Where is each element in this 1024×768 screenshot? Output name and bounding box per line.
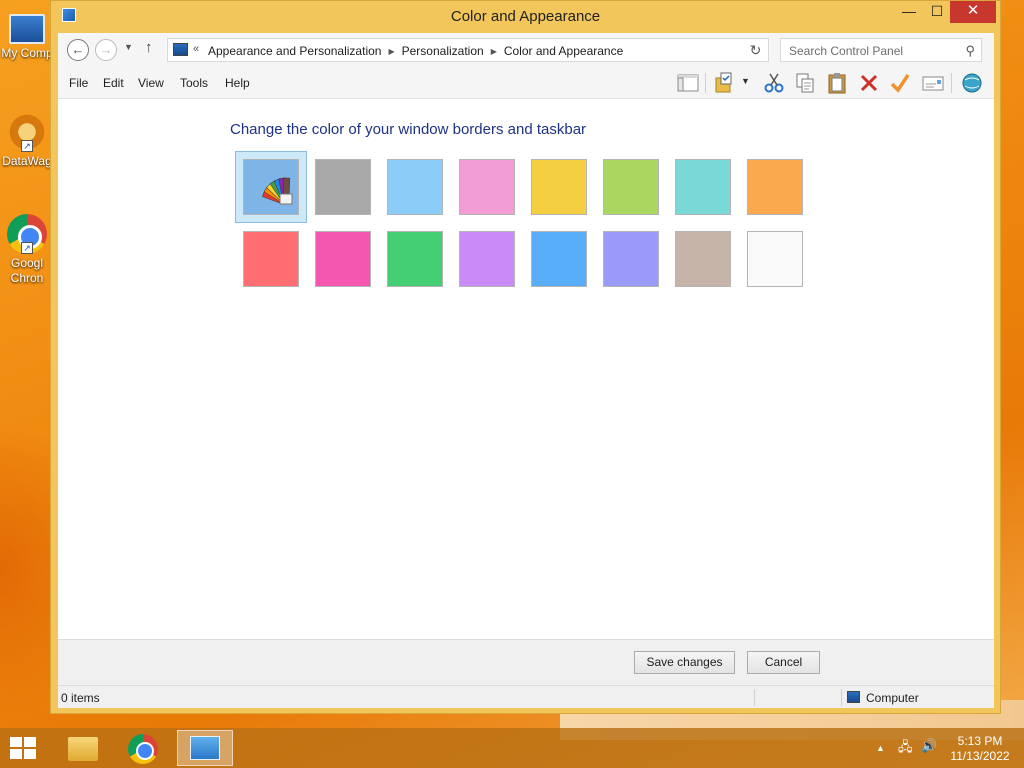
menu-edit[interactable]: Edit	[103, 76, 124, 90]
status-bar: 0 items Computer	[58, 685, 994, 708]
copy-icon[interactable]	[794, 72, 816, 94]
color-swatch-periwinkle[interactable]	[603, 231, 659, 287]
delete-icon[interactable]	[858, 72, 880, 94]
color-swatch-white[interactable]	[747, 231, 803, 287]
search-input[interactable]: Search Control Panel ⚲	[780, 38, 982, 62]
desktop-icon-label: DataWag	[2, 154, 52, 168]
address-bar[interactable]: « Appearance and Personalization ▶ Persona…	[167, 38, 769, 62]
network-icon[interactable]: 🖧	[898, 738, 913, 760]
chrome-icon: ↗	[7, 214, 47, 254]
control-panel-icon	[173, 43, 188, 56]
computer-icon	[847, 691, 860, 703]
window-client: ← → ▼ ↑ « Appearance and Personalization…	[58, 33, 994, 708]
navigation-bar: ← → ▼ ↑ « Appearance and Personalization…	[58, 33, 994, 67]
save-changes-button[interactable]: Save changes	[634, 651, 735, 674]
taskbar-control-panel[interactable]	[177, 730, 233, 766]
color-swatch-magenta[interactable]	[315, 231, 371, 287]
clock-time: 5:13 PM	[957, 734, 1003, 748]
menu-tools[interactable]: Tools	[180, 76, 208, 90]
datawag-icon: ↗	[7, 112, 47, 152]
window-title: Color and Appearance	[450, 8, 601, 25]
button-bar: Save changes Cancel	[58, 639, 994, 685]
chrome-icon	[128, 734, 158, 764]
clock-date: 11/13/2022	[950, 749, 1010, 763]
cancel-button[interactable]: Cancel	[747, 651, 820, 674]
shortcut-arrow-icon: ↗	[21, 242, 33, 254]
color-swatch-yellow[interactable]	[531, 159, 587, 215]
color-swatch-automatic-selected[interactable]	[235, 151, 307, 223]
menu-file[interactable]: File	[69, 76, 88, 90]
shortcut-arrow-icon: ↗	[21, 140, 33, 152]
breadcrumb-personalization[interactable]: Personalization	[402, 44, 484, 58]
layout-icon[interactable]	[677, 72, 699, 94]
mail-icon[interactable]	[922, 72, 944, 94]
menu-view[interactable]: View	[138, 76, 164, 90]
item-count: 0 items	[61, 691, 100, 705]
color-swatch-orange[interactable]	[747, 159, 803, 215]
recent-locations-button[interactable]: ▼	[124, 42, 133, 52]
desktop-icon-label: My Comp	[1, 46, 53, 60]
control-panel-window: Color and Appearance — ☐ ✕ ← → ▼ ↑ « App…	[50, 0, 1001, 714]
menu-help[interactable]: Help	[225, 76, 250, 90]
show-hidden-icons-icon[interactable]: ▲	[876, 743, 885, 753]
up-button[interactable]: ↑	[145, 39, 153, 56]
taskbar-file-explorer[interactable]	[53, 730, 109, 766]
control-panel-icon	[190, 736, 220, 760]
color-swatch-blue[interactable]	[531, 231, 587, 287]
breadcrumb-overflow[interactable]: «	[193, 43, 199, 55]
check-icon[interactable]	[889, 72, 911, 94]
chevron-right-icon[interactable]: ▶	[388, 47, 394, 56]
volume-icon[interactable]: 🔊	[921, 738, 937, 754]
color-swatch-pink[interactable]	[459, 159, 515, 215]
color-swatch-gray[interactable]	[315, 159, 371, 215]
breadcrumb-color-appearance[interactable]: Color and Appearance	[504, 44, 623, 58]
desktop-icon-my-computer[interactable]: My Comp	[0, 8, 54, 61]
globe-icon[interactable]	[961, 72, 983, 94]
cut-icon[interactable]	[763, 72, 785, 94]
computer-icon	[9, 14, 45, 44]
color-swatch-teal[interactable]	[675, 159, 731, 215]
desktop-icon-label: Chron	[10, 271, 44, 285]
color-palette-icon	[262, 177, 293, 205]
status-location: Computer	[866, 691, 919, 705]
maximize-button[interactable]: ☐	[924, 1, 950, 23]
system-clock[interactable]: 5:13 PM 11/13/2022	[940, 734, 1020, 764]
desktop-icon-label: Googl	[10, 256, 44, 270]
windows-start-icon[interactable]	[10, 737, 38, 761]
color-swatch-green[interactable]	[387, 231, 443, 287]
search-icon[interactable]: ⚲	[965, 43, 975, 59]
taskbar-chrome[interactable]	[116, 730, 172, 766]
close-button[interactable]: ✕	[950, 1, 996, 23]
color-swatch-automatic[interactable]	[243, 159, 299, 215]
page-heading: Change the color of your window borders …	[230, 121, 587, 138]
menu-bar: File Edit View Tools Help ▼	[58, 67, 994, 99]
properties-icon[interactable]	[714, 72, 736, 94]
search-placeholder: Search Control Panel	[789, 44, 904, 58]
breadcrumb: Appearance and Personalization ▶ Personali…	[208, 44, 623, 58]
desktop-icon-chrome[interactable]: ↗ Googl Chron	[0, 214, 54, 286]
color-swatch-lime[interactable]	[603, 159, 659, 215]
chevron-down-icon[interactable]: ▼	[741, 76, 753, 98]
breadcrumb-appearance[interactable]: Appearance and Personalization	[208, 44, 381, 58]
desktop-icon-datawag[interactable]: ↗ DataWag	[0, 112, 54, 169]
file-explorer-icon	[68, 737, 98, 761]
paste-icon[interactable]	[826, 72, 848, 94]
color-swatch-purple[interactable]	[459, 231, 515, 287]
refresh-button[interactable]: ↻	[743, 38, 769, 62]
minimize-button[interactable]: —	[894, 1, 924, 23]
color-swatch-red[interactable]	[243, 231, 299, 287]
color-swatch-light-blue[interactable]	[387, 159, 443, 215]
title-bar[interactable]: Color and Appearance — ☐ ✕	[51, 1, 1000, 33]
color-swatch-taupe[interactable]	[675, 231, 731, 287]
back-button[interactable]: ←	[67, 39, 89, 61]
taskbar: ▲ 🖧 🔊 5:13 PM 11/13/2022	[0, 728, 1024, 768]
chevron-right-icon[interactable]: ▶	[491, 47, 497, 56]
forward-button[interactable]: →	[95, 39, 117, 61]
